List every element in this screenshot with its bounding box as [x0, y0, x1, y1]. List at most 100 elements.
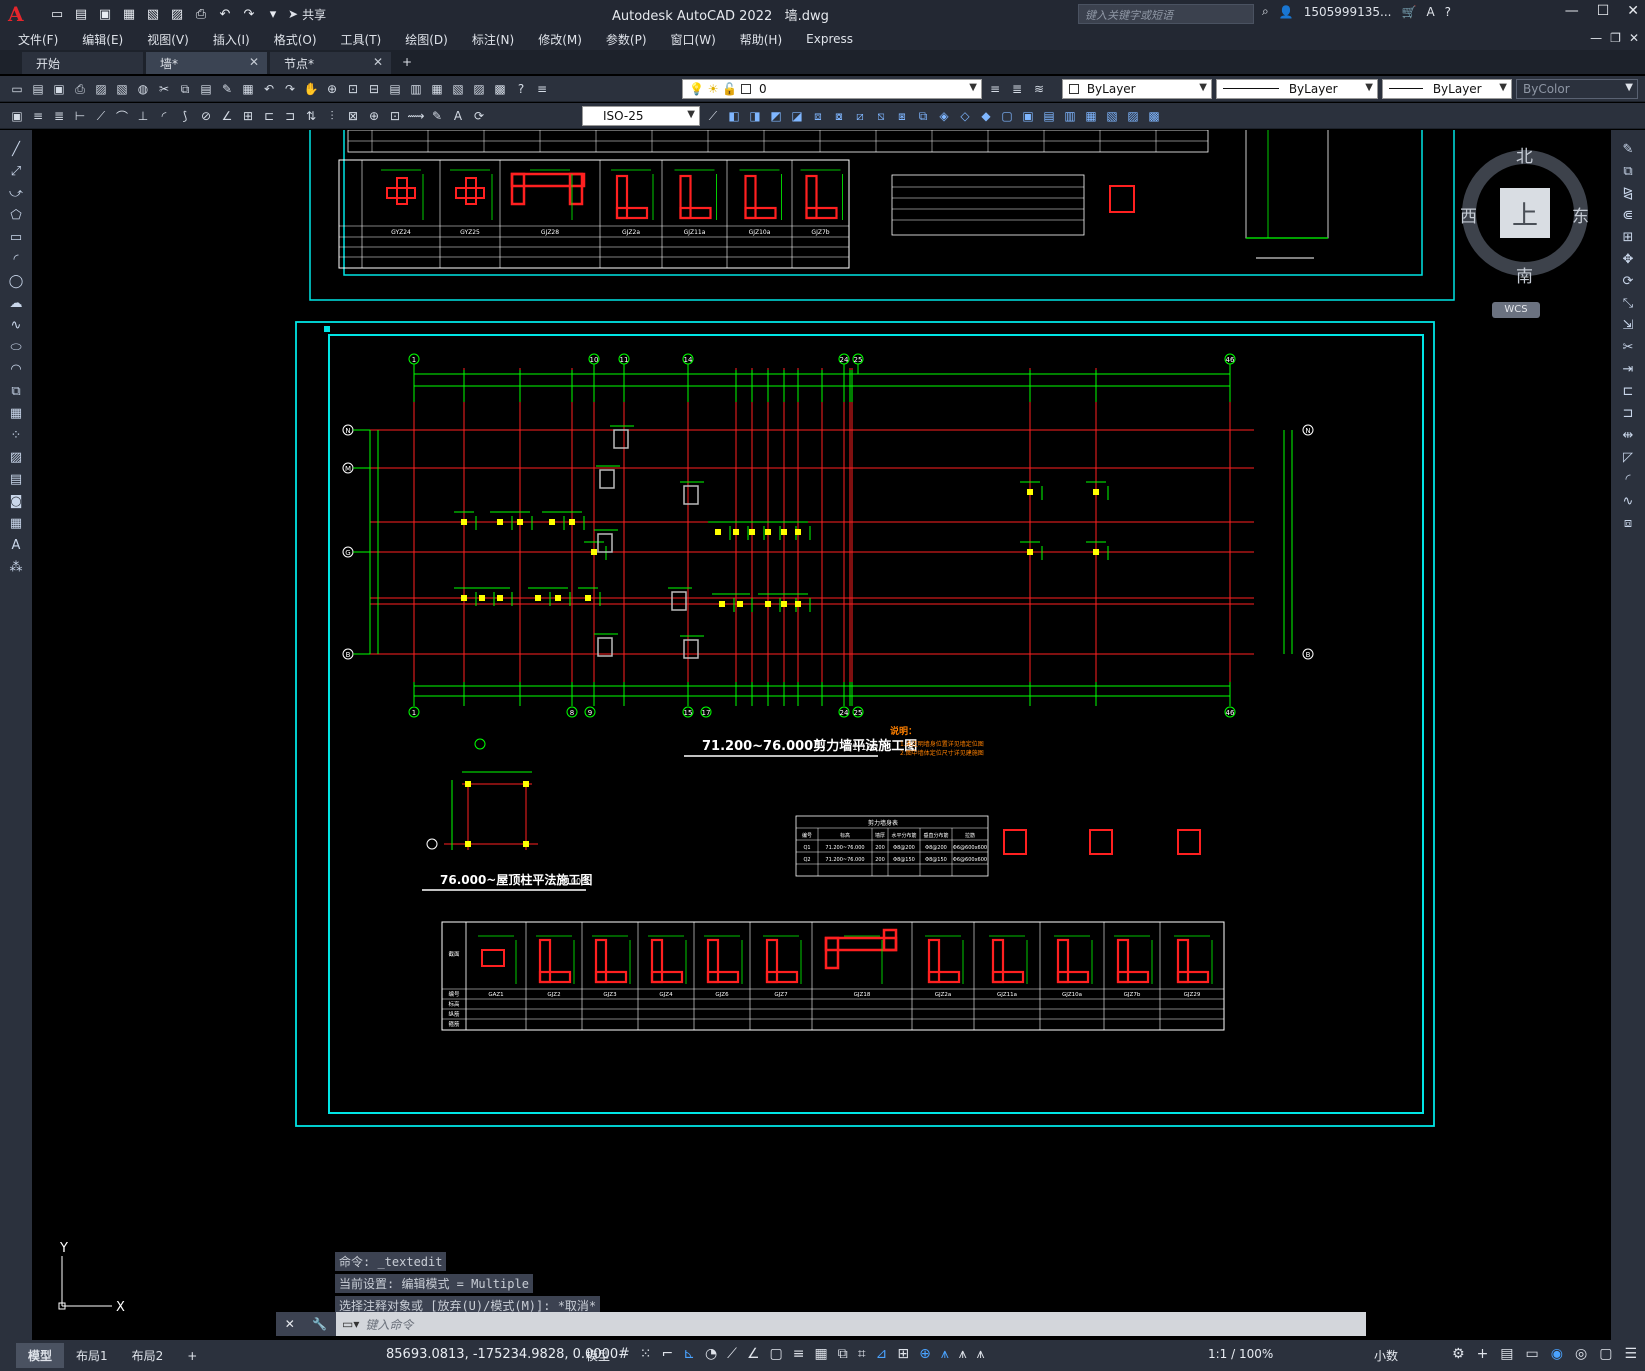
- share-button[interactable]: ➤ 共享: [288, 6, 326, 23]
- viewcube[interactable]: 北 南 东 西 上 WCS: [1460, 138, 1592, 318]
- save-icon[interactable]: ▣: [50, 80, 68, 98]
- chamfer-edge-icon[interactable]: ▩: [1145, 107, 1163, 125]
- polar-icon[interactable]: ◔: [705, 1346, 717, 1362]
- plot-preview-icon[interactable]: ▨: [92, 80, 110, 98]
- radius-dim-icon[interactable]: ◜: [155, 107, 173, 125]
- units-dropdown[interactable]: 小数: [1374, 1347, 1398, 1364]
- open-web-icon[interactable]: ▧: [144, 5, 162, 23]
- color-dropdown[interactable]: ByLayer ▼: [1062, 79, 1212, 99]
- region-icon[interactable]: ◙: [7, 492, 25, 510]
- diameter-dim-icon[interactable]: ⊘: [197, 107, 215, 125]
- search-icon[interactable]: ⌕: [1262, 4, 1269, 19]
- intersect-icon[interactable]: ◩: [767, 107, 785, 125]
- fillet-icon[interactable]: ◜: [1619, 470, 1637, 488]
- menu-modify[interactable]: 修改(M): [538, 31, 582, 48]
- block-editor-icon[interactable]: ▦: [239, 80, 257, 98]
- undo-icon[interactable]: ↶: [260, 80, 278, 98]
- dim-space-icon[interactable]: ⇅: [302, 107, 320, 125]
- hatch-icon[interactable]: ▨: [7, 448, 25, 466]
- search-input[interactable]: 键入关键字或短语: [1078, 4, 1254, 24]
- linear-dim-icon[interactable]: ⊢: [71, 107, 89, 125]
- menu-tools[interactable]: 工具(T): [341, 31, 382, 48]
- lineweight-dropdown[interactable]: ByLayer ▼: [1382, 79, 1512, 99]
- match-properties-icon[interactable]: ✎: [218, 80, 236, 98]
- linetype-dropdown[interactable]: ByLayer ▼: [1216, 79, 1378, 99]
- tab-layout1[interactable]: 布局1: [64, 1343, 120, 1368]
- offset-face-icon[interactable]: ⧇: [830, 107, 848, 125]
- rotate-icon[interactable]: ⟳: [1619, 272, 1637, 290]
- multiline-text-icon[interactable]: A: [7, 536, 25, 554]
- stretch-icon[interactable]: ⇲: [1619, 316, 1637, 334]
- selection-cycling-icon[interactable]: ⧉: [838, 1346, 848, 1362]
- menu-view[interactable]: 视图(V): [147, 31, 189, 48]
- doc-minimize-icon[interactable]: —: [1590, 31, 1602, 45]
- user-icon[interactable]: 👤: [1279, 5, 1294, 19]
- arc-icon[interactable]: ◜: [7, 250, 25, 268]
- chamfer-icon[interactable]: ◸: [1619, 448, 1637, 466]
- properties-icon[interactable]: ▤: [386, 80, 404, 98]
- pan-icon[interactable]: ✋: [302, 80, 320, 98]
- dim-text-edit-icon[interactable]: A: [449, 107, 467, 125]
- join-icon[interactable]: ⇹: [1619, 426, 1637, 444]
- wcs-dropdown[interactable]: WCS: [1492, 302, 1540, 318]
- ellipse-arc-icon[interactable]: ◠: [7, 360, 25, 378]
- tolerance-icon[interactable]: ⊠: [344, 107, 362, 125]
- dim-update-icon[interactable]: ⟳: [470, 107, 488, 125]
- zoom-previous-icon[interactable]: ⊟: [365, 80, 383, 98]
- make-block-icon[interactable]: ▦: [7, 404, 25, 422]
- gradient-icon[interactable]: ▤: [7, 470, 25, 488]
- array-icon[interactable]: ⊞: [1619, 228, 1637, 246]
- move-face-icon[interactable]: ⧈: [809, 107, 827, 125]
- circle-icon[interactable]: ◯: [7, 272, 25, 290]
- taper-face-icon[interactable]: ⧆: [893, 107, 911, 125]
- fillet-edge-icon[interactable]: ▨: [1124, 107, 1142, 125]
- publish-icon[interactable]: ▧: [113, 80, 131, 98]
- layer-freeze-icon[interactable]: ≣: [50, 107, 68, 125]
- undo-icon[interactable]: ↶: [216, 5, 234, 23]
- save-as-icon[interactable]: ▦: [120, 5, 138, 23]
- help-icon[interactable]: ?: [1445, 5, 1451, 19]
- tab-close-icon[interactable]: ✕: [373, 55, 383, 69]
- grid-icon[interactable]: #: [618, 1346, 630, 1362]
- baseline-dim-icon[interactable]: ⊏: [260, 107, 278, 125]
- tab-start[interactable]: 开始: [22, 52, 144, 74]
- isodraft-icon[interactable]: ⟋: [727, 1346, 737, 1362]
- design-center-icon[interactable]: ▥: [407, 80, 425, 98]
- help-icon[interactable]: ?: [512, 80, 530, 98]
- tab-wall[interactable]: 墙* ✕: [146, 52, 268, 74]
- maximize-icon[interactable]: ☐: [1597, 3, 1610, 19]
- menu-file[interactable]: 文件(F): [18, 31, 58, 48]
- menu-help[interactable]: 帮助(H): [740, 31, 782, 48]
- menu-insert[interactable]: 插入(I): [213, 31, 250, 48]
- mirror-icon[interactable]: ⧎: [1619, 184, 1637, 202]
- new-tab-button[interactable]: +: [394, 52, 424, 74]
- doc-restore-icon[interactable]: ❐: [1610, 31, 1621, 45]
- annotation-visibility-icon[interactable]: ⩚: [941, 1346, 949, 1362]
- drawing-canvas[interactable]: GYZ24 GYZ25 GJZ28 GJZ2a GJZ11a GJZ10a GJZ7b 11…: [32, 130, 1611, 1340]
- clean-icon[interactable]: ▣: [1019, 107, 1037, 125]
- union-icon[interactable]: ◧: [725, 107, 743, 125]
- snap-icon[interactable]: ⁙: [640, 1346, 652, 1362]
- menu-draw[interactable]: 绘图(D): [405, 31, 448, 48]
- save-icon[interactable]: ▣: [96, 5, 114, 23]
- annotation-scale[interactable]: 1:1 / 100%: [1208, 1347, 1273, 1361]
- graphics-performance-icon[interactable]: ◎: [1575, 1346, 1587, 1362]
- dim-break-icon[interactable]: ⫶: [323, 107, 341, 125]
- customize-dropdown-icon[interactable]: ▾: [264, 5, 282, 23]
- tab-close-icon[interactable]: ✕: [249, 55, 259, 69]
- layer-states-icon[interactable]: ≋: [1030, 80, 1048, 98]
- zoom-window-icon[interactable]: ⊡: [344, 80, 362, 98]
- jogged-linear-icon[interactable]: ⟿: [407, 107, 425, 125]
- shell-icon[interactable]: ▥: [1061, 107, 1079, 125]
- 3d-print-icon[interactable]: ◍: [134, 80, 152, 98]
- minimize-icon[interactable]: —: [1565, 3, 1579, 19]
- menu-parametric[interactable]: 参数(P): [606, 31, 647, 48]
- color-edge-icon[interactable]: ◆: [977, 107, 995, 125]
- close-icon[interactable]: ✕: [285, 1317, 295, 1331]
- autocad-logo-icon[interactable]: A: [8, 3, 30, 25]
- redo-icon[interactable]: ↷: [240, 5, 258, 23]
- break-at-point-icon[interactable]: ⊏: [1619, 382, 1637, 400]
- new-icon[interactable]: ▭: [48, 5, 66, 23]
- ordinate-dim-icon[interactable]: ⊥: [134, 107, 152, 125]
- delete-face-icon[interactable]: ⧄: [851, 107, 869, 125]
